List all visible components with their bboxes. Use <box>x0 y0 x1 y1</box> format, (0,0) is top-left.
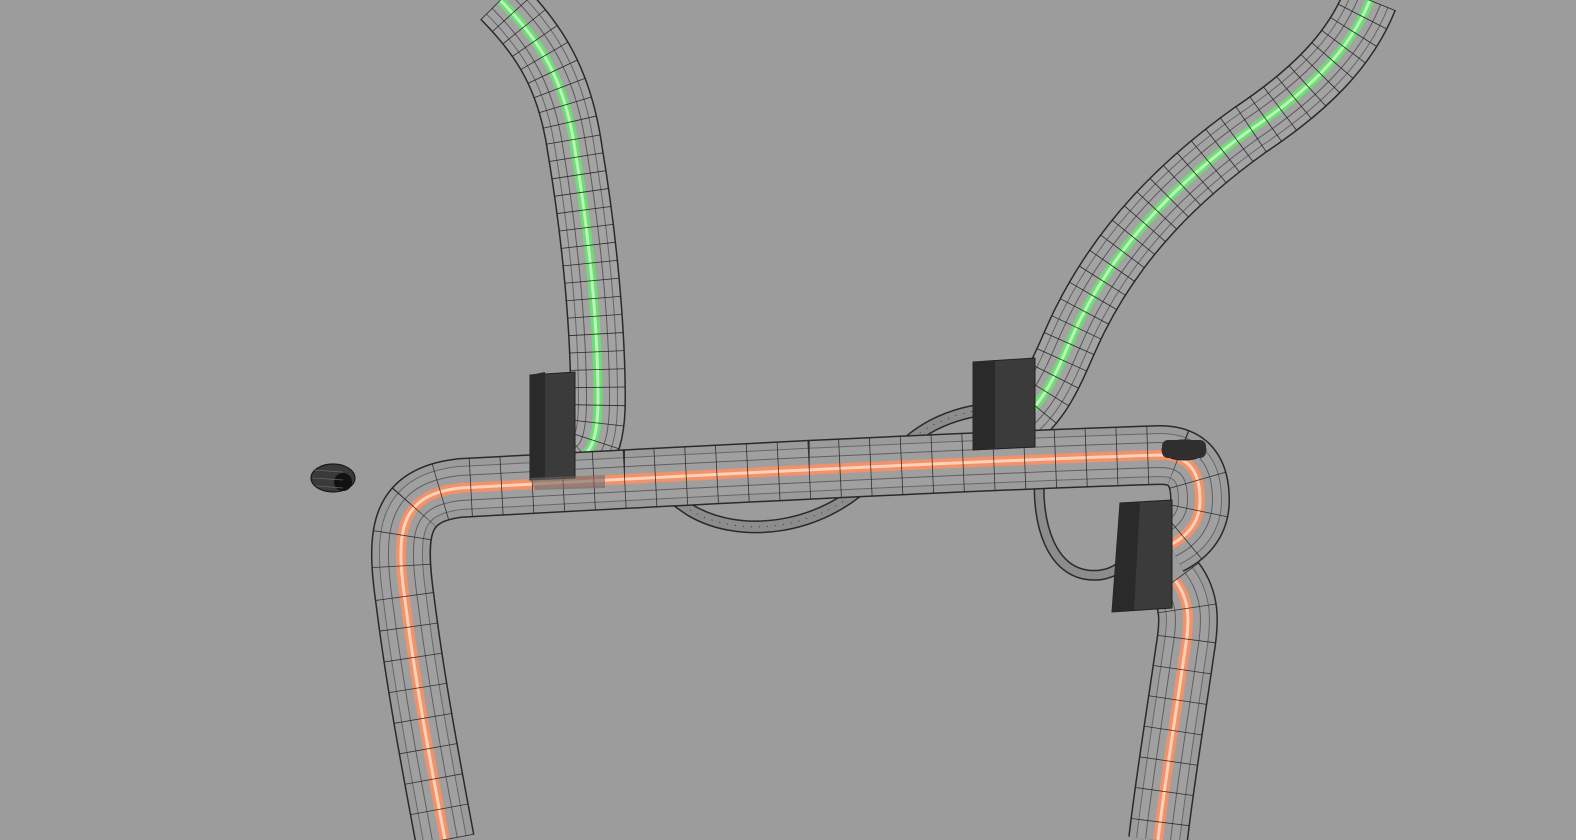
small-fitting[interactable] <box>310 463 356 493</box>
end-cap[interactable] <box>1161 439 1207 461</box>
3d-viewport[interactable] <box>0 0 1576 840</box>
hose-orange-frame[interactable] <box>370 424 1231 840</box>
hose-right-green[interactable] <box>997 0 1396 448</box>
wireframe-scene[interactable] <box>0 0 1576 840</box>
clamp-middle[interactable] <box>972 357 1036 451</box>
clamp-right[interactable] <box>1111 499 1173 613</box>
